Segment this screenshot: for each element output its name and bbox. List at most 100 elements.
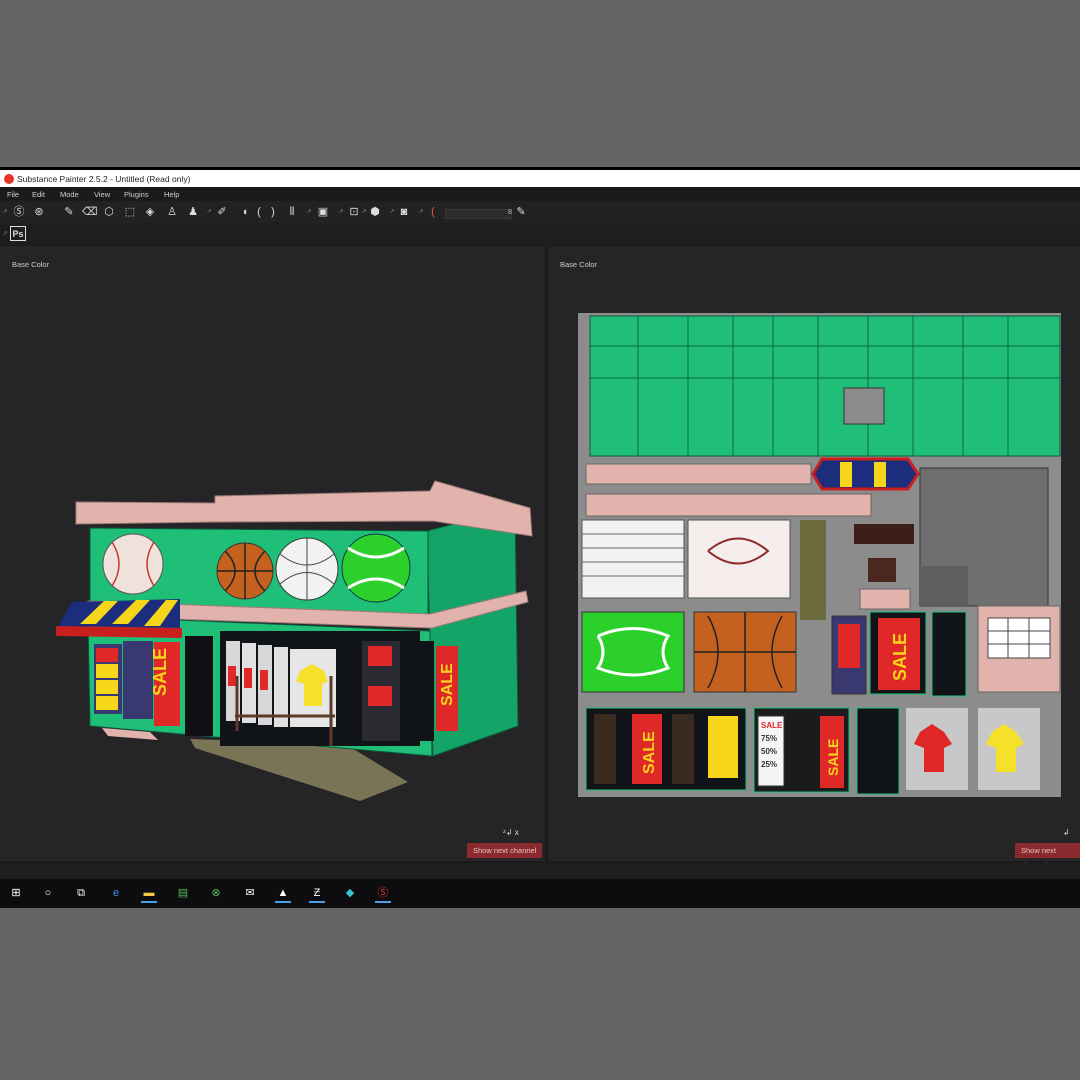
uv-door-poster bbox=[838, 624, 860, 668]
menu-mode[interactable]: Mode bbox=[60, 190, 79, 199]
projection-icon[interactable]: ⬡ bbox=[102, 205, 116, 219]
expand-icon[interactable]: ↗ bbox=[361, 205, 367, 219]
uv-dark-door bbox=[856, 707, 900, 795]
uv-awning bbox=[811, 457, 920, 491]
side-window bbox=[123, 641, 153, 719]
uv-awning-stripe bbox=[874, 462, 886, 487]
corner-window bbox=[420, 641, 434, 741]
uv-trim-strip bbox=[585, 493, 872, 517]
expand-icon[interactable]: ↗ bbox=[306, 205, 312, 219]
uv-trim-strip bbox=[585, 463, 812, 485]
paint-brush-icon[interactable]: ✎ bbox=[62, 205, 76, 219]
mirror-icon[interactable]: ⦀ bbox=[285, 205, 299, 219]
menu-view[interactable]: View bbox=[94, 190, 110, 199]
viewport-2d[interactable]: Base Color SALE SALE SALE 75% 50% 25% SA… bbox=[548, 246, 1080, 870]
smudge-icon[interactable]: ♙ bbox=[165, 205, 179, 219]
secondary-toolbar: ↗ Ps bbox=[0, 223, 1080, 245]
windows-start-icon[interactable]: ⊞ bbox=[8, 885, 24, 901]
poster bbox=[368, 646, 392, 666]
expand-icon[interactable]: ↗ bbox=[2, 227, 8, 241]
expand-icon[interactable]: ↗ bbox=[418, 205, 424, 219]
expand-icon[interactable]: ↗ bbox=[206, 205, 212, 219]
task-view-icon[interactable]: ⧉ bbox=[73, 885, 89, 901]
xbox-icon[interactable]: ⊗ bbox=[208, 885, 224, 901]
uv-awning-stripe bbox=[840, 462, 852, 487]
uv-dark-window bbox=[931, 611, 967, 697]
uv-tennis-ball bbox=[581, 611, 685, 693]
percent-sign bbox=[96, 696, 118, 710]
menu-edit[interactable]: Edit bbox=[32, 190, 45, 199]
cube-view-icon[interactable]: ⬢ bbox=[368, 205, 382, 219]
uv-baseball-grid bbox=[687, 519, 791, 599]
photoshop-export-button[interactable]: Ps bbox=[10, 226, 26, 241]
display-icon[interactable]: ⊡ bbox=[347, 205, 361, 219]
awning-valance bbox=[56, 626, 182, 638]
axis-gizmo-icon: ↲ bbox=[1063, 828, 1070, 837]
sale-banner-text: SALE bbox=[439, 663, 456, 706]
dark-window bbox=[185, 636, 213, 736]
uv-sale-text: SALE bbox=[890, 633, 910, 681]
file-explorer-icon[interactable]: ▬ bbox=[141, 885, 157, 903]
uv-sale-label: SALE bbox=[761, 721, 783, 730]
uv-gravel bbox=[800, 520, 826, 620]
uv-sale-text: SALE bbox=[825, 739, 841, 776]
viewport-icon[interactable]: ▣ bbox=[316, 205, 330, 219]
uv-75-label: 75% bbox=[761, 734, 777, 743]
brush-size-edit-icon[interactable]: ✎ bbox=[514, 205, 528, 219]
uv-volleyball-grid bbox=[581, 519, 685, 599]
uv-50-label: 50% bbox=[761, 747, 777, 756]
uv-roof bbox=[589, 315, 1061, 457]
symmetry-right-icon[interactable]: ) bbox=[266, 205, 280, 219]
network-app-icon[interactable]: ▤ bbox=[175, 885, 191, 901]
substance-s-icon[interactable]: Ⓢ bbox=[12, 205, 26, 219]
expand-icon[interactable]: ↗ bbox=[2, 205, 8, 219]
uv-wood-planks bbox=[854, 524, 914, 544]
substance-s2-icon[interactable]: ⊛ bbox=[32, 205, 46, 219]
substance-painter-icon[interactable]: Ⓢ bbox=[375, 885, 391, 903]
viewport-3d[interactable]: Base Color SALE SALE ᶻ↲ x Show next chan… bbox=[0, 246, 545, 861]
photos-icon[interactable]: ▲ bbox=[275, 885, 291, 903]
substance-painter-window: Substance Painter 2.5.2 - Untitled (Read… bbox=[0, 167, 1080, 908]
clone-stamp-icon[interactable]: ♟ bbox=[186, 205, 200, 219]
mail-icon[interactable]: ✉ bbox=[242, 885, 258, 901]
symmetry-icon[interactable]: ◖ bbox=[238, 205, 252, 219]
windows-taskbar: ⊞ ○ ⧉ e ▬ ▤ ⊗ ✉ ▲ Ƶ ◆ Ⓢ bbox=[0, 879, 1080, 908]
color-picker-icon[interactable]: ✐ bbox=[215, 205, 229, 219]
brush-size-icon[interactable]: ( bbox=[426, 205, 440, 219]
eraser-icon[interactable]: ⌫ bbox=[82, 205, 98, 219]
brush-size-value[interactable]: 8 bbox=[508, 209, 512, 216]
uv-roof-hole bbox=[843, 387, 885, 425]
edge-browser-icon[interactable]: e bbox=[108, 885, 124, 901]
axis-gizmo-icon: ᶻ↲ x bbox=[503, 828, 519, 837]
substance-logo-icon bbox=[4, 174, 14, 184]
zbrush-icon[interactable]: Ƶ bbox=[309, 885, 325, 903]
uv-25-label: 25% bbox=[761, 760, 777, 769]
cortana-search-icon[interactable]: ○ bbox=[40, 885, 56, 901]
expand-icon[interactable]: ↗ bbox=[389, 205, 395, 219]
menu-plugins[interactable]: Plugins bbox=[124, 190, 149, 199]
show-next-channel-button[interactable]: Show next channel bbox=[467, 843, 543, 858]
status-bar bbox=[0, 863, 1080, 879]
expand-icon[interactable]: ↗ bbox=[338, 205, 344, 219]
menu-help[interactable]: Help bbox=[164, 190, 179, 199]
menu-file[interactable]: File bbox=[7, 190, 19, 199]
uv-texture-map[interactable]: SALE SALE SALE 75% 50% 25% SALE bbox=[548, 246, 1080, 861]
store-3d-model[interactable]: SALE SALE bbox=[0, 246, 545, 861]
polygon-fill-icon[interactable]: ◈ bbox=[143, 205, 157, 219]
3d-app-icon[interactable]: ◆ bbox=[342, 885, 358, 901]
tool-bar: ↗ Ⓢ ⊛ ✎ ⌫ ⬡ ⬚ ◈ ♙ ♟ ↗ ✐ ◖ ( ) ⦀ ↗ ▣ ↗ ⊡ … bbox=[0, 201, 1080, 223]
camera-icon[interactable]: ◙ bbox=[397, 205, 411, 219]
uv-wood-block bbox=[868, 558, 896, 582]
sale-sign bbox=[96, 648, 118, 662]
brush-size-slider[interactable] bbox=[445, 209, 512, 219]
symmetry-left-icon[interactable]: ( bbox=[252, 205, 266, 219]
percent-sign bbox=[96, 664, 118, 678]
menu-bar: File Edit Mode View Plugins Help bbox=[0, 187, 1080, 201]
show-next-channel-button[interactable]: Show next channel bbox=[1015, 843, 1080, 870]
uv-concrete-part bbox=[920, 566, 968, 606]
uv-step bbox=[859, 588, 911, 610]
uv-poster-panel bbox=[672, 714, 694, 784]
uv-percent-poster bbox=[708, 716, 738, 778]
selection-icon[interactable]: ⬚ bbox=[123, 205, 137, 219]
window-title: Substance Painter 2.5.2 - Untitled (Read… bbox=[17, 174, 191, 184]
